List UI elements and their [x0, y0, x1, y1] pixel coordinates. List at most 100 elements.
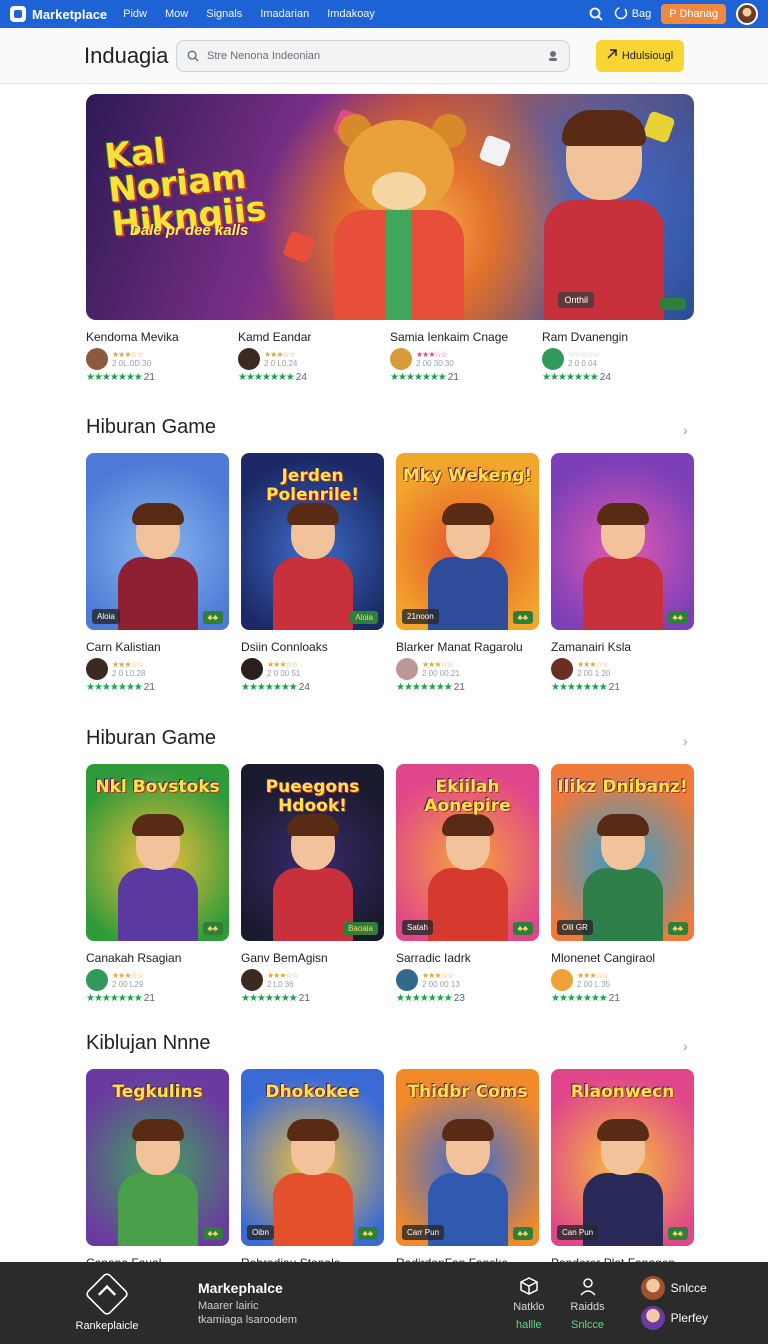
section-title: Kiblujan Nnne: [86, 1032, 211, 1054]
green-rating: ★★★★★★★ 21: [390, 372, 459, 383]
featured-item[interactable]: Ram Dvanengin ☆☆☆☆☆ 2 0 0.04 ★★★★★★★ 24: [542, 330, 694, 383]
search-icon[interactable]: [588, 6, 604, 22]
nav-link-2[interactable]: Mow: [165, 8, 188, 20]
game-grid: Aloia ♣♣ Carn Kalistian ★★★☆☆ 2 0 L0.28 ★★★★★…: [86, 453, 694, 693]
game-card[interactable]: DhokokeeOibn♣♣Rohradiau Stanale: [241, 1069, 384, 1270]
game-card[interactable]: RlaonwecnCan Pun♣♣Panderer Plat Fanagen: [551, 1069, 694, 1270]
game-cover-image[interactable]: Jerden Polenrile! Aloia: [241, 453, 384, 630]
cover-badge-green: ♣♣: [512, 1227, 533, 1240]
game-cover-image[interactable]: Tegkulins ♣♣: [86, 1069, 229, 1246]
profile-name: Plerfey: [670, 1311, 708, 1325]
chevron-right-icon[interactable]: ›: [683, 1038, 688, 1054]
game-name[interactable]: Blarker Manat Ragarolu: [396, 640, 539, 654]
nav-link-4[interactable]: Imadarian: [260, 8, 309, 20]
meta-text: 2 L0 36: [267, 980, 294, 989]
game-card[interactable]: Jerden Polenrile! Aloia Dsiin Connloaks ★★★…: [241, 453, 384, 693]
search-field[interactable]: Stre Nenona Indeonian: [176, 39, 570, 72]
game-cover-image[interactable]: ♣♣: [551, 453, 694, 630]
game-card[interactable]: Pueegons Hdook! Baoaia Ganv BemAgisn ★★★☆☆ 2…: [241, 764, 384, 1004]
game-cover-image[interactable]: Mky Wekeng! 21noon ♣♣: [396, 453, 539, 630]
game-cover-image[interactable]: Nkl Bovstoks ♣♣: [86, 764, 229, 941]
avatar: [640, 1306, 665, 1330]
character-hair: [132, 1119, 184, 1141]
game-card[interactable]: Ilikz Dnibanz! Olil GR ♣♣ Mlonenet Cangirao…: [551, 764, 694, 1004]
bottom-item-label: Raidds: [570, 1301, 605, 1313]
cover-title: Jerden Polenrile!: [266, 466, 359, 505]
featured-item[interactable]: Samia Ienkaim Cnage ★★★☆☆ 2 00 30.30 ★★★…: [390, 330, 542, 383]
character-shirt: [118, 557, 198, 630]
character-hair: [442, 814, 494, 836]
bottom-logo[interactable]: Rankeplaicle: [70, 1271, 144, 1332]
rating-stars: ★★★☆☆: [577, 971, 609, 980]
bag-icon: [614, 6, 628, 23]
game-name[interactable]: Zamanairi Ksla: [551, 640, 694, 654]
featured-item[interactable]: Kendoma Mevika ★★★☆☆ 2 0L.0D.30 ★★★★★★★ 2…: [86, 330, 238, 383]
game-name[interactable]: Sarradic Iadrk: [396, 951, 539, 965]
game-card[interactable]: Ekiilah Aonepire Satah ♣♣ Sarradic Iadrk ★★★…: [396, 764, 539, 1004]
rating-stars: ★★★☆☆: [267, 660, 299, 669]
chevron-right-icon[interactable]: ›: [683, 733, 688, 749]
game-cover-image[interactable]: Ekiilah Aonepire Satah ♣♣: [396, 764, 539, 941]
profile-entry[interactable]: Snlcce: [640, 1276, 708, 1300]
dice-decoration: [282, 230, 316, 264]
game-cover-image[interactable]: Ilikz Dnibanz! Olil GR ♣♣: [551, 764, 694, 941]
avatar: [390, 348, 412, 370]
game-card[interactable]: Tegkulins♣♣Canana Faual: [86, 1069, 229, 1270]
nav-link-3[interactable]: Signals: [206, 8, 242, 20]
bear-mascot-illustration: [314, 114, 484, 320]
game-name[interactable]: Mlonenet Cangiraol: [551, 951, 694, 965]
featured-item[interactable]: Kamd Eandar ★★★☆☆ 2 0 L0.24 ★★★★★★★ 24: [238, 330, 390, 383]
bottom-item-user[interactable]: Raidds Snlcce: [570, 1275, 605, 1331]
brand-name[interactable]: Marketplace: [32, 7, 107, 22]
microphone-icon[interactable]: [547, 50, 559, 62]
cover-badge-green: Baoaia: [343, 922, 378, 935]
hero-status-pill: [660, 298, 686, 310]
game-card[interactable]: ♣♣ Zamanairi Ksla ★★★☆☆ 2 00 1 20 ★★★★★★★ 21: [551, 453, 694, 693]
game-card[interactable]: Thidbr ComsCarr Pun♣♣RadirdanFan Fanske: [396, 1069, 539, 1270]
cover-badge: Aloia: [92, 609, 120, 624]
game-card[interactable]: Mky Wekeng! 21noon ♣♣ Blarker Manat Ragarol…: [396, 453, 539, 693]
nav-link-5[interactable]: Imdakoay: [327, 8, 375, 20]
avatar: [396, 658, 418, 680]
marketplace-logo-icon[interactable]: [10, 6, 26, 22]
bottom-bar: Rankeplaicle Markephalce Maarer lairic t…: [0, 1262, 768, 1344]
avatar: [86, 348, 108, 370]
game-cover-image[interactable]: Aloia ♣♣: [86, 453, 229, 630]
game-name[interactable]: Ganv BemAgisn: [241, 951, 384, 965]
game-cover-image[interactable]: Pueegons Hdook! Baoaia: [241, 764, 384, 941]
cover-badge-green: ♣♣: [202, 1227, 223, 1240]
box-icon: [516, 1275, 542, 1297]
cover-badge-green: ♣♣: [202, 922, 223, 935]
game-cover-image[interactable]: Rlaonwecn Can Pun ♣♣: [551, 1069, 694, 1246]
game-card[interactable]: Aloia ♣♣ Carn Kalistian ★★★☆☆ 2 0 L0.28 ★★★★★…: [86, 453, 229, 693]
green-rating: ★★★★★★★ 23: [396, 993, 465, 1004]
user-avatar[interactable]: [736, 3, 758, 25]
primary-cta-button[interactable]: P Dhanag: [661, 4, 726, 24]
character-hair: [597, 503, 649, 525]
arrow-icon: [607, 49, 617, 62]
chevron-right-icon[interactable]: ›: [683, 422, 688, 438]
profile-entry[interactable]: Plerfey: [640, 1306, 708, 1330]
bag-button[interactable]: Bag: [614, 6, 651, 23]
meta-text: 2 00 L29: [112, 980, 144, 989]
nav-link-1[interactable]: Pidw: [123, 8, 147, 20]
cover-badge: Carr Pun: [402, 1225, 445, 1240]
game-cover-image[interactable]: Dhokokee Oibn ♣♣: [241, 1069, 384, 1246]
game-cover-image[interactable]: Thidbr Coms Carr Pun ♣♣: [396, 1069, 539, 1246]
cube-logo-icon: [84, 1271, 130, 1317]
avatar: [241, 969, 263, 991]
cover-title: Tegkulins: [112, 1082, 203, 1102]
cover-badge: Olil GR: [557, 920, 593, 935]
game-name[interactable]: Canakah Rsagian: [86, 951, 229, 965]
game-card[interactable]: Nkl Bovstoks ♣♣ Canakah Rsagian ★★★☆☆ 2 00 L…: [86, 764, 229, 1004]
green-rating: ★★★★★★★ 21: [86, 682, 155, 693]
cover-badge-green: ♣♣: [667, 611, 688, 624]
character-shirt: [118, 868, 198, 941]
header-action-button[interactable]: Hdulsiougl: [596, 39, 684, 72]
meta-text: 2 00 00.21: [422, 669, 460, 678]
game-name[interactable]: Dsiin Connloaks: [241, 640, 384, 654]
game-name[interactable]: Carn Kalistian: [86, 640, 229, 654]
hero-banner[interactable]: Kal Noriam Hiknqiis Dale pr dee kalls On…: [86, 94, 694, 320]
bottom-item-box[interactable]: Natklo hallle: [513, 1275, 544, 1331]
cover-badge-green: ♣♣: [667, 922, 688, 935]
